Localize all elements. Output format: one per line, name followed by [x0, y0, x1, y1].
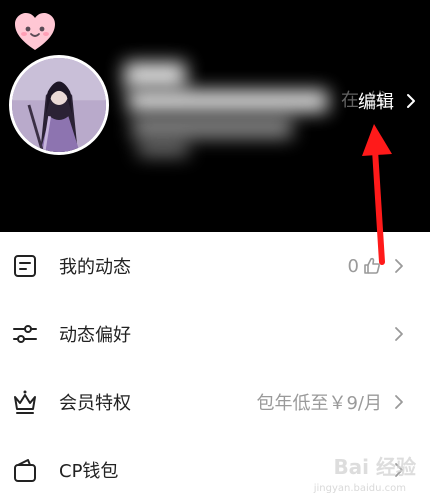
edit-profile-button[interactable]: 编辑	[358, 88, 422, 114]
blurred-profile-info-3	[138, 142, 188, 156]
chevron-right-icon	[407, 94, 415, 108]
watermark-sub: jingyan.baidu.com	[313, 483, 406, 494]
sliders-icon	[13, 325, 37, 343]
menu-item-label: CP钱包	[59, 461, 119, 482]
likes-count: 0	[348, 256, 382, 277]
menu-item-membership-privileges[interactable]: 会员特权 包年低至￥9/月	[0, 368, 430, 436]
menu-item-post-preferences[interactable]: 动态偏好	[0, 300, 430, 368]
avatar-portrait-icon	[12, 58, 106, 152]
blurred-profile-info-2	[132, 118, 292, 138]
blurred-profile-info	[128, 90, 328, 112]
crown-icon	[14, 390, 36, 414]
edit-profile-label: 编辑	[358, 92, 394, 113]
wallet-icon	[14, 459, 36, 482]
document-icon	[14, 255, 36, 277]
menu-item-label: 会员特权	[59, 393, 131, 414]
likes-count-value: 0	[347, 255, 359, 277]
chevron-right-icon	[395, 259, 403, 273]
menu-item-label: 我的动态	[59, 257, 131, 278]
heart-face-icon	[15, 13, 55, 50]
menu-item-my-posts[interactable]: 我的动态 0	[0, 232, 430, 300]
chevron-right-icon	[395, 395, 403, 409]
menu-item-label: 动态偏好	[59, 325, 131, 346]
thumbs-up-icon	[364, 257, 380, 274]
watermark: Bai 经验	[333, 455, 416, 479]
profile-header: 在 线 编辑	[0, 0, 430, 232]
avatar[interactable]	[9, 55, 109, 155]
membership-price: 包年低至￥9/月	[256, 393, 382, 414]
blurred-username	[124, 62, 186, 88]
chevron-right-icon	[395, 327, 403, 341]
